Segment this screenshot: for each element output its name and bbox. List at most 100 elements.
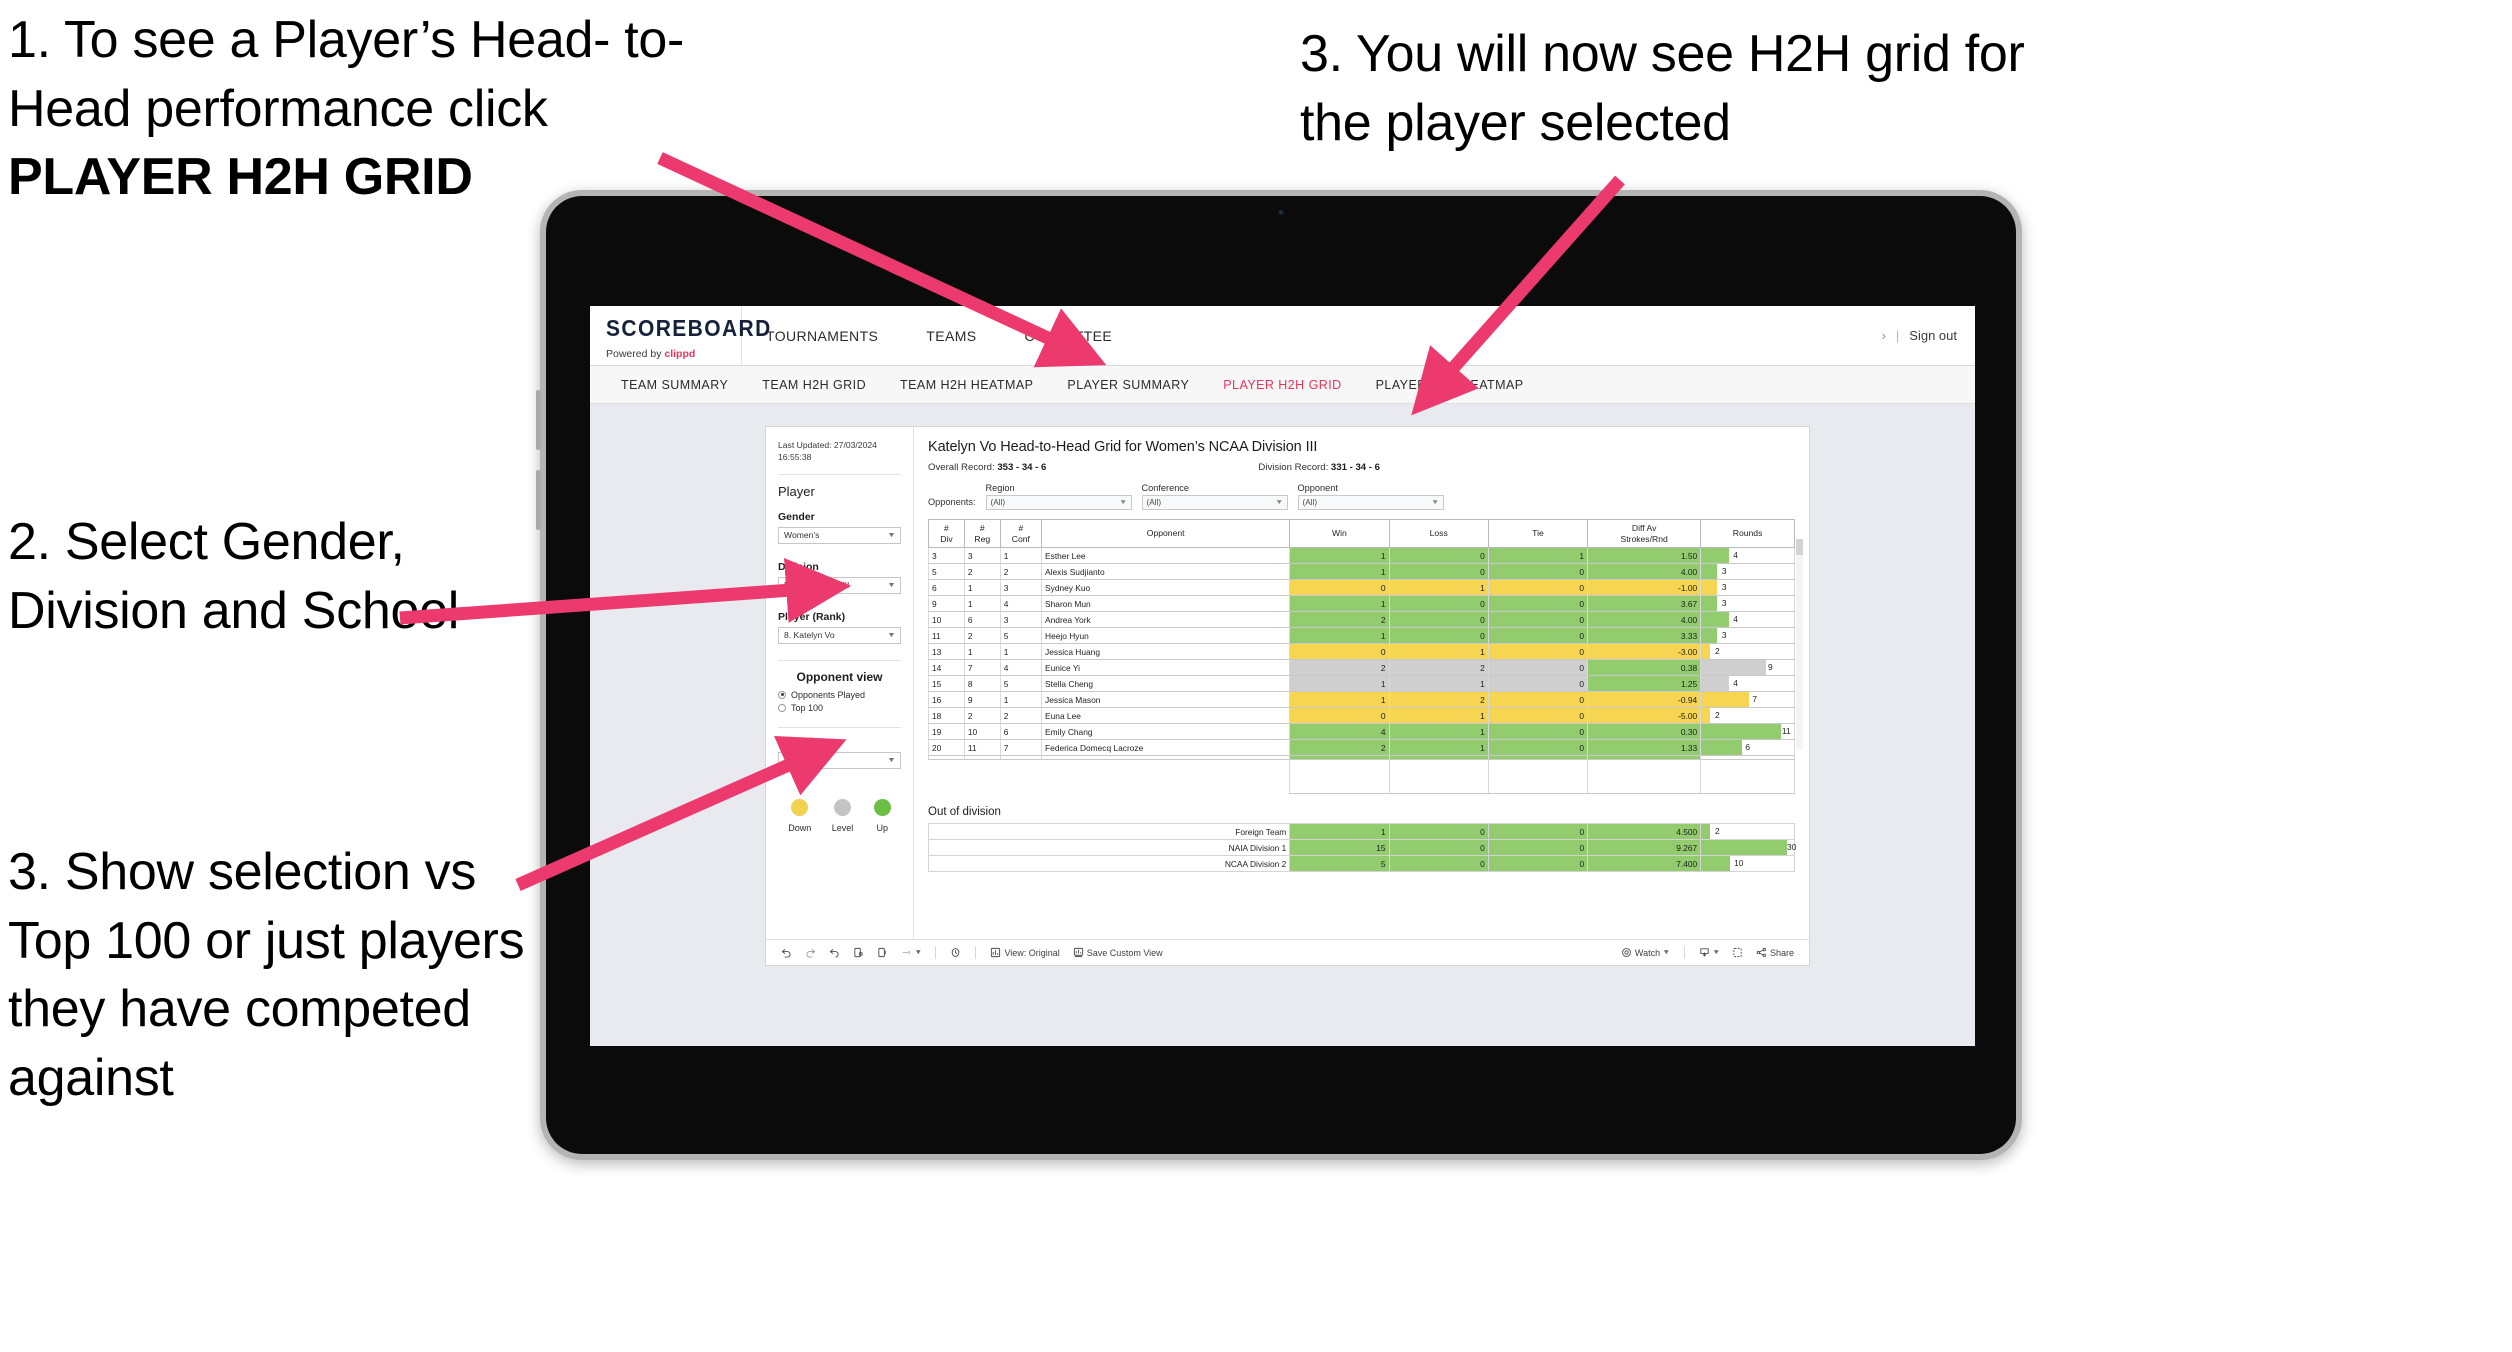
table-row[interactable]: 5 2 2 Alexis Sudjianto 1 0 0 4.00 3 [928, 563, 1795, 581]
save-custom-view-button[interactable]: Save Custom View [1068, 945, 1168, 960]
radio-top-100-label: Top 100 [791, 702, 824, 713]
tab-team-h2h-heatmap[interactable]: TEAM H2H HEATMAP [883, 378, 1050, 392]
player-rank-value: 8. Katelyn Vo [784, 630, 835, 641]
col-loss[interactable]: Loss [1388, 518, 1489, 549]
tab-team-summary[interactable]: TEAM SUMMARY [604, 378, 745, 392]
out-of-division-body: Foreign Team 1 0 0 4.500 2 NAIA Division 1 15 0 0… [927, 823, 1796, 873]
grid-vertical-scrollbar[interactable] [1796, 539, 1803, 749]
player-rank-select[interactable]: 8. Katelyn Vo ▼ [778, 626, 901, 644]
chevron-down-icon: ▼ [914, 949, 923, 956]
col-rounds[interactable]: Rounds [1700, 518, 1795, 549]
col-diff-l2: Strokes/Rnd [1620, 533, 1668, 544]
tab-player-h2h-grid[interactable]: PLAYER H2H GRID [1206, 378, 1358, 392]
gender-select[interactable]: Women's ▼ [778, 526, 901, 544]
chevron-down-icon: ▼ [1119, 499, 1128, 506]
fullscreen-button[interactable] [1727, 945, 1748, 960]
col-reg[interactable]: # Reg [963, 518, 1001, 549]
table-row[interactable]: 13 1 1 Jessica Huang 0 1 0 -3.00 2 [928, 643, 1795, 661]
tab-team-h2h-grid[interactable]: TEAM H2H GRID [745, 378, 883, 392]
undo-button[interactable] [776, 945, 797, 960]
table-row[interactable]: 9 1 4 Sharon Mun 1 0 0 3.67 3 [928, 595, 1795, 613]
table-row[interactable]: 14 7 4 Eunice Yi 2 2 0 0.38 9 [928, 659, 1795, 677]
cell-tie: 0 [1487, 691, 1589, 709]
download-button[interactable]: ▼ [1694, 945, 1724, 960]
undo-history-dropdown[interactable]: ▼ [896, 945, 926, 960]
col-diff[interactable]: Diff Av Strokes/Rnd [1587, 518, 1702, 549]
nav-item-teams[interactable]: TEAMS [902, 306, 1000, 365]
cell-tie: 0 [1487, 595, 1589, 613]
tab-player-summary[interactable]: PLAYER SUMMARY [1050, 378, 1206, 392]
filter-conference-title: Conference [1141, 483, 1190, 493]
cell-conf: 3 [999, 579, 1043, 597]
filter-region-select[interactable]: (All) ▼ [985, 495, 1132, 510]
cell-reg: 2 [963, 627, 1001, 645]
table-row[interactable]: 16 9 1 Jessica Mason 1 2 0 -0.94 7 [928, 691, 1795, 709]
watch-button[interactable]: Watch ▼ [1616, 945, 1675, 960]
col-div[interactable]: # Div [928, 518, 965, 549]
sign-out-link[interactable]: Sign out [1909, 328, 1957, 343]
cell-loss: 0 [1388, 547, 1489, 565]
scrollbar-thumb[interactable] [1796, 539, 1803, 555]
col-reg-l1: # [979, 523, 985, 533]
radio-opponents-played[interactable]: Opponents Played [778, 690, 901, 700]
col-opponent[interactable]: Opponent [1041, 518, 1291, 549]
annotation-step-2: 2. Select Gender, Division and School [8, 513, 460, 640]
cell-loss: 0 [1388, 595, 1489, 613]
redo-button[interactable] [800, 945, 821, 960]
pause-button[interactable] [872, 945, 893, 960]
brand-logo[interactable]: SCOREBOARD Powered by clippd [590, 306, 772, 365]
sidebar-divider-2 [778, 659, 901, 661]
cell-opponent: Stella Cheng [1041, 675, 1291, 693]
annotation-step-3-right: 3. You will now see H2H grid for the pla… [1300, 25, 2025, 152]
cell-loss: 0 [1388, 563, 1489, 581]
watch-icon [1622, 948, 1631, 957]
filter-opponent-select[interactable]: (All) ▼ [1297, 495, 1444, 510]
revert-button[interactable] [824, 945, 845, 960]
radio-top-100[interactable]: Top 100 [778, 703, 901, 713]
cell-loss: 1 [1388, 643, 1489, 661]
loop-icon [902, 950, 911, 955]
cell-ood-diff: 7.400 [1587, 855, 1702, 873]
view-original-button[interactable]: View: Original [985, 945, 1064, 960]
col-conf[interactable]: # Conf [999, 518, 1043, 549]
chevron-right-icon[interactable]: › [1882, 328, 1886, 343]
chevron-down-icon: ▼ [887, 631, 897, 639]
out-of-division-row[interactable]: Foreign Team 1 0 0 4.500 2 [927, 823, 1795, 841]
table-row[interactable]: 3 3 1 Esther Lee 1 0 1 1.50 4 [928, 547, 1795, 565]
col-win[interactable]: Win [1289, 518, 1390, 549]
filter-conference-select[interactable]: (All) ▼ [1141, 495, 1288, 510]
chevron-down-icon: ▼ [887, 581, 897, 589]
colour-by-select[interactable]: Win/loss ▼ [778, 751, 901, 769]
table-row[interactable]: 6 1 3 Sydney Kuo 0 1 0 -1.00 3 [928, 579, 1795, 597]
brand-name: SCOREBOARD [606, 316, 772, 342]
sidebar-divider-3 [778, 726, 901, 728]
nav-item-committee[interactable]: COMMITTEE [1001, 306, 1137, 365]
table-row[interactable]: 20 11 7 Federica Domecq Lacroze 2 1 0 1.33 6 [928, 739, 1795, 757]
table-row[interactable]: 11 2 5 Heejo Hyun 1 0 0 3.33 3 [928, 627, 1795, 645]
volume-button-up[interactable] [536, 390, 541, 450]
col-tie[interactable]: Tie [1487, 518, 1589, 549]
cell-tie: 0 [1487, 643, 1589, 661]
table-row[interactable]: 15 8 5 Stella Cheng 1 1 0 1.25 4 [928, 675, 1795, 693]
table-row[interactable]: 18 2 2 Euna Lee 0 1 0 -5.00 2 [928, 707, 1795, 725]
cell-diff: -3.00 [1587, 643, 1702, 661]
cell-win: 1 [1289, 563, 1390, 581]
tab-player-h2h-heatmap[interactable]: PLAYER H2H HEATMAP [1359, 378, 1541, 392]
out-of-division-row[interactable]: NCAA Division 2 5 0 0 7.400 10 [927, 855, 1795, 873]
cell-diff: -0.94 [1587, 691, 1702, 709]
chevron-down-icon: ▼ [1662, 949, 1671, 956]
division-select[interactable]: NCAA Division III ▼ [778, 576, 901, 594]
cell-tie: 0 [1487, 611, 1589, 629]
cell-win: 2 [1289, 739, 1390, 757]
share-button[interactable]: Share [1751, 945, 1799, 960]
table-row[interactable]: 10 6 3 Andrea York 2 0 0 4.00 4 [928, 611, 1795, 629]
filter-region: Region (All) ▼ [985, 483, 1132, 510]
cell-loss: 1 [1388, 675, 1489, 693]
pause-auto-updates-button[interactable] [945, 945, 966, 960]
out-of-division-row[interactable]: NAIA Division 1 15 0 0 9.267 30 [927, 839, 1796, 857]
view-original-label: View: Original [1004, 947, 1060, 958]
table-row[interactable]: 19 10 6 Emily Chang 4 1 0 0.30 11 [928, 723, 1795, 741]
colour-by-value: Win/loss [784, 755, 817, 766]
volume-button-down[interactable] [536, 470, 541, 530]
refresh-button[interactable] [848, 945, 869, 960]
